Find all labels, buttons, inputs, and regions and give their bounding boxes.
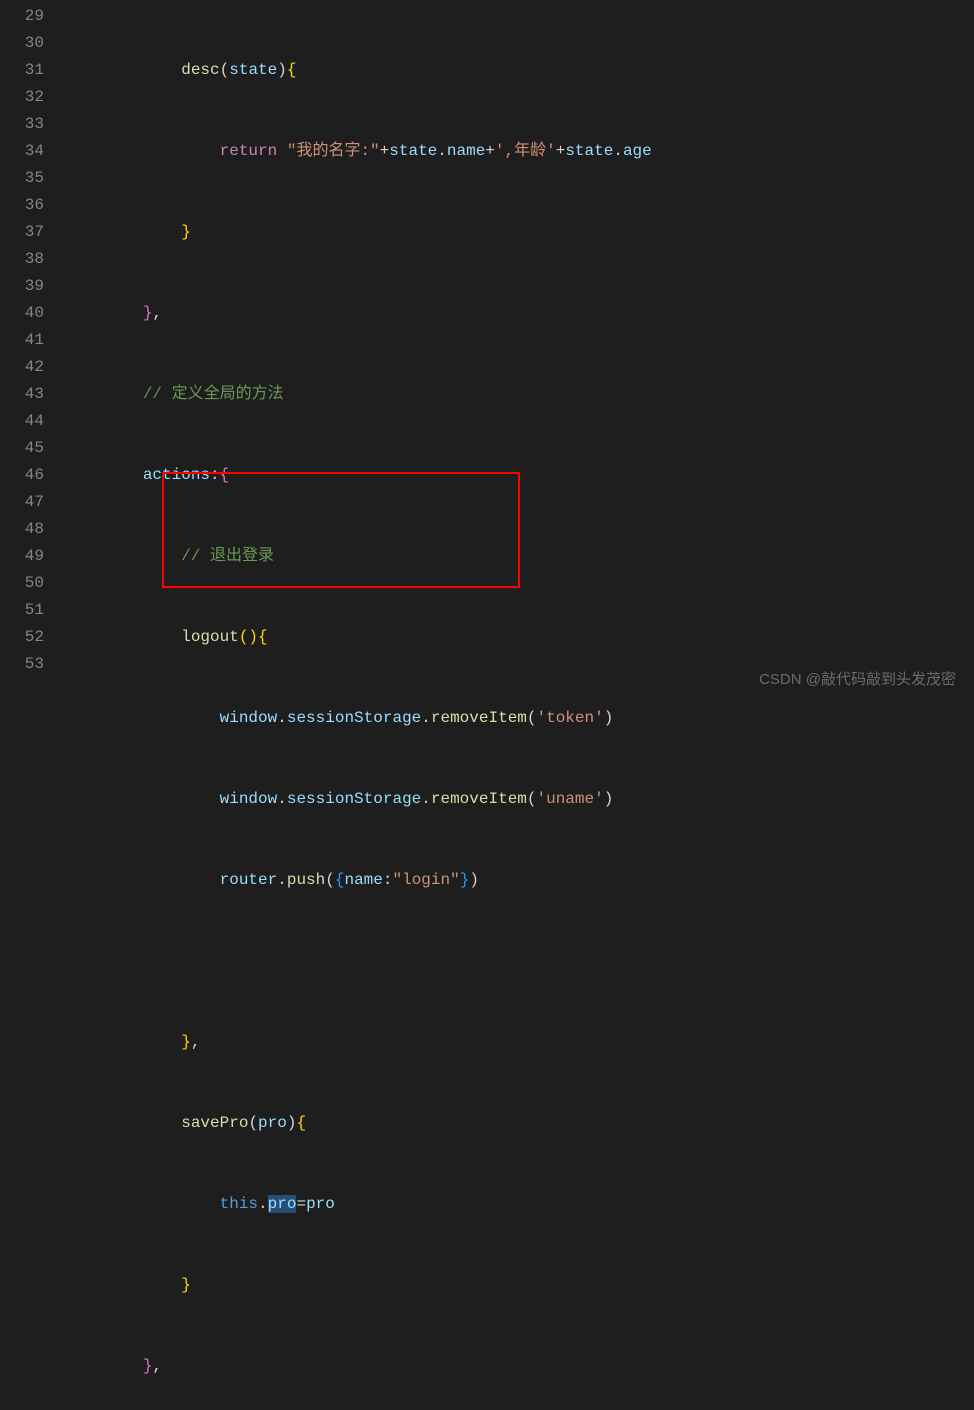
code-line[interactable]: // 退出登录 bbox=[62, 543, 974, 570]
code-line[interactable]: logout(){ bbox=[62, 624, 974, 651]
line-number: 34 bbox=[8, 138, 44, 165]
code-line[interactable]: }, bbox=[62, 300, 974, 327]
code-line[interactable]: savePro(pro){ bbox=[62, 1110, 974, 1137]
line-number: 33 bbox=[8, 111, 44, 138]
line-number: 32 bbox=[8, 84, 44, 111]
code-line[interactable]: actions:{ bbox=[62, 462, 974, 489]
code-line[interactable]: desc(state){ bbox=[62, 57, 974, 84]
line-number: 52 bbox=[8, 624, 44, 651]
line-number: 39 bbox=[8, 273, 44, 300]
line-number: 46 bbox=[8, 462, 44, 489]
line-number: 40 bbox=[8, 300, 44, 327]
line-number: 44 bbox=[8, 408, 44, 435]
code-content[interactable]: desc(state){ return "我的名字:"+state.name+'… bbox=[62, 0, 974, 705]
line-number: 43 bbox=[8, 381, 44, 408]
line-number: 49 bbox=[8, 543, 44, 570]
code-line[interactable]: }, bbox=[62, 1353, 974, 1380]
code-line[interactable]: return "我的名字:"+state.name+',年龄'+state.ag… bbox=[62, 138, 974, 165]
line-number: 45 bbox=[8, 435, 44, 462]
code-line[interactable]: // 定义全局的方法 bbox=[62, 381, 974, 408]
line-number: 37 bbox=[8, 219, 44, 246]
code-line[interactable]: this.pro=pro bbox=[62, 1191, 974, 1218]
code-line[interactable]: window.sessionStorage.removeItem('token'… bbox=[62, 705, 974, 732]
line-gutter: 2930313233343536373839404142434445464748… bbox=[0, 0, 62, 705]
line-number: 36 bbox=[8, 192, 44, 219]
line-number: 48 bbox=[8, 516, 44, 543]
line-number: 41 bbox=[8, 327, 44, 354]
line-number: 38 bbox=[8, 246, 44, 273]
line-number: 29 bbox=[8, 3, 44, 30]
line-number: 50 bbox=[8, 570, 44, 597]
line-number: 30 bbox=[8, 30, 44, 57]
code-line[interactable]: } bbox=[62, 219, 974, 246]
line-number: 47 bbox=[8, 489, 44, 516]
code-line[interactable]: router.push({name:"login"}) bbox=[62, 867, 974, 894]
line-number: 31 bbox=[8, 57, 44, 84]
code-line[interactable]: window.sessionStorage.removeItem('uname'… bbox=[62, 786, 974, 813]
code-editor[interactable]: 2930313233343536373839404142434445464748… bbox=[0, 0, 974, 705]
code-line[interactable]: }, bbox=[62, 1029, 974, 1056]
line-number: 42 bbox=[8, 354, 44, 381]
line-number: 53 bbox=[8, 651, 44, 678]
line-number: 35 bbox=[8, 165, 44, 192]
annotation-highlight bbox=[162, 472, 520, 588]
line-number: 51 bbox=[8, 597, 44, 624]
code-line[interactable] bbox=[62, 948, 974, 975]
code-line[interactable]: } bbox=[62, 1272, 974, 1299]
